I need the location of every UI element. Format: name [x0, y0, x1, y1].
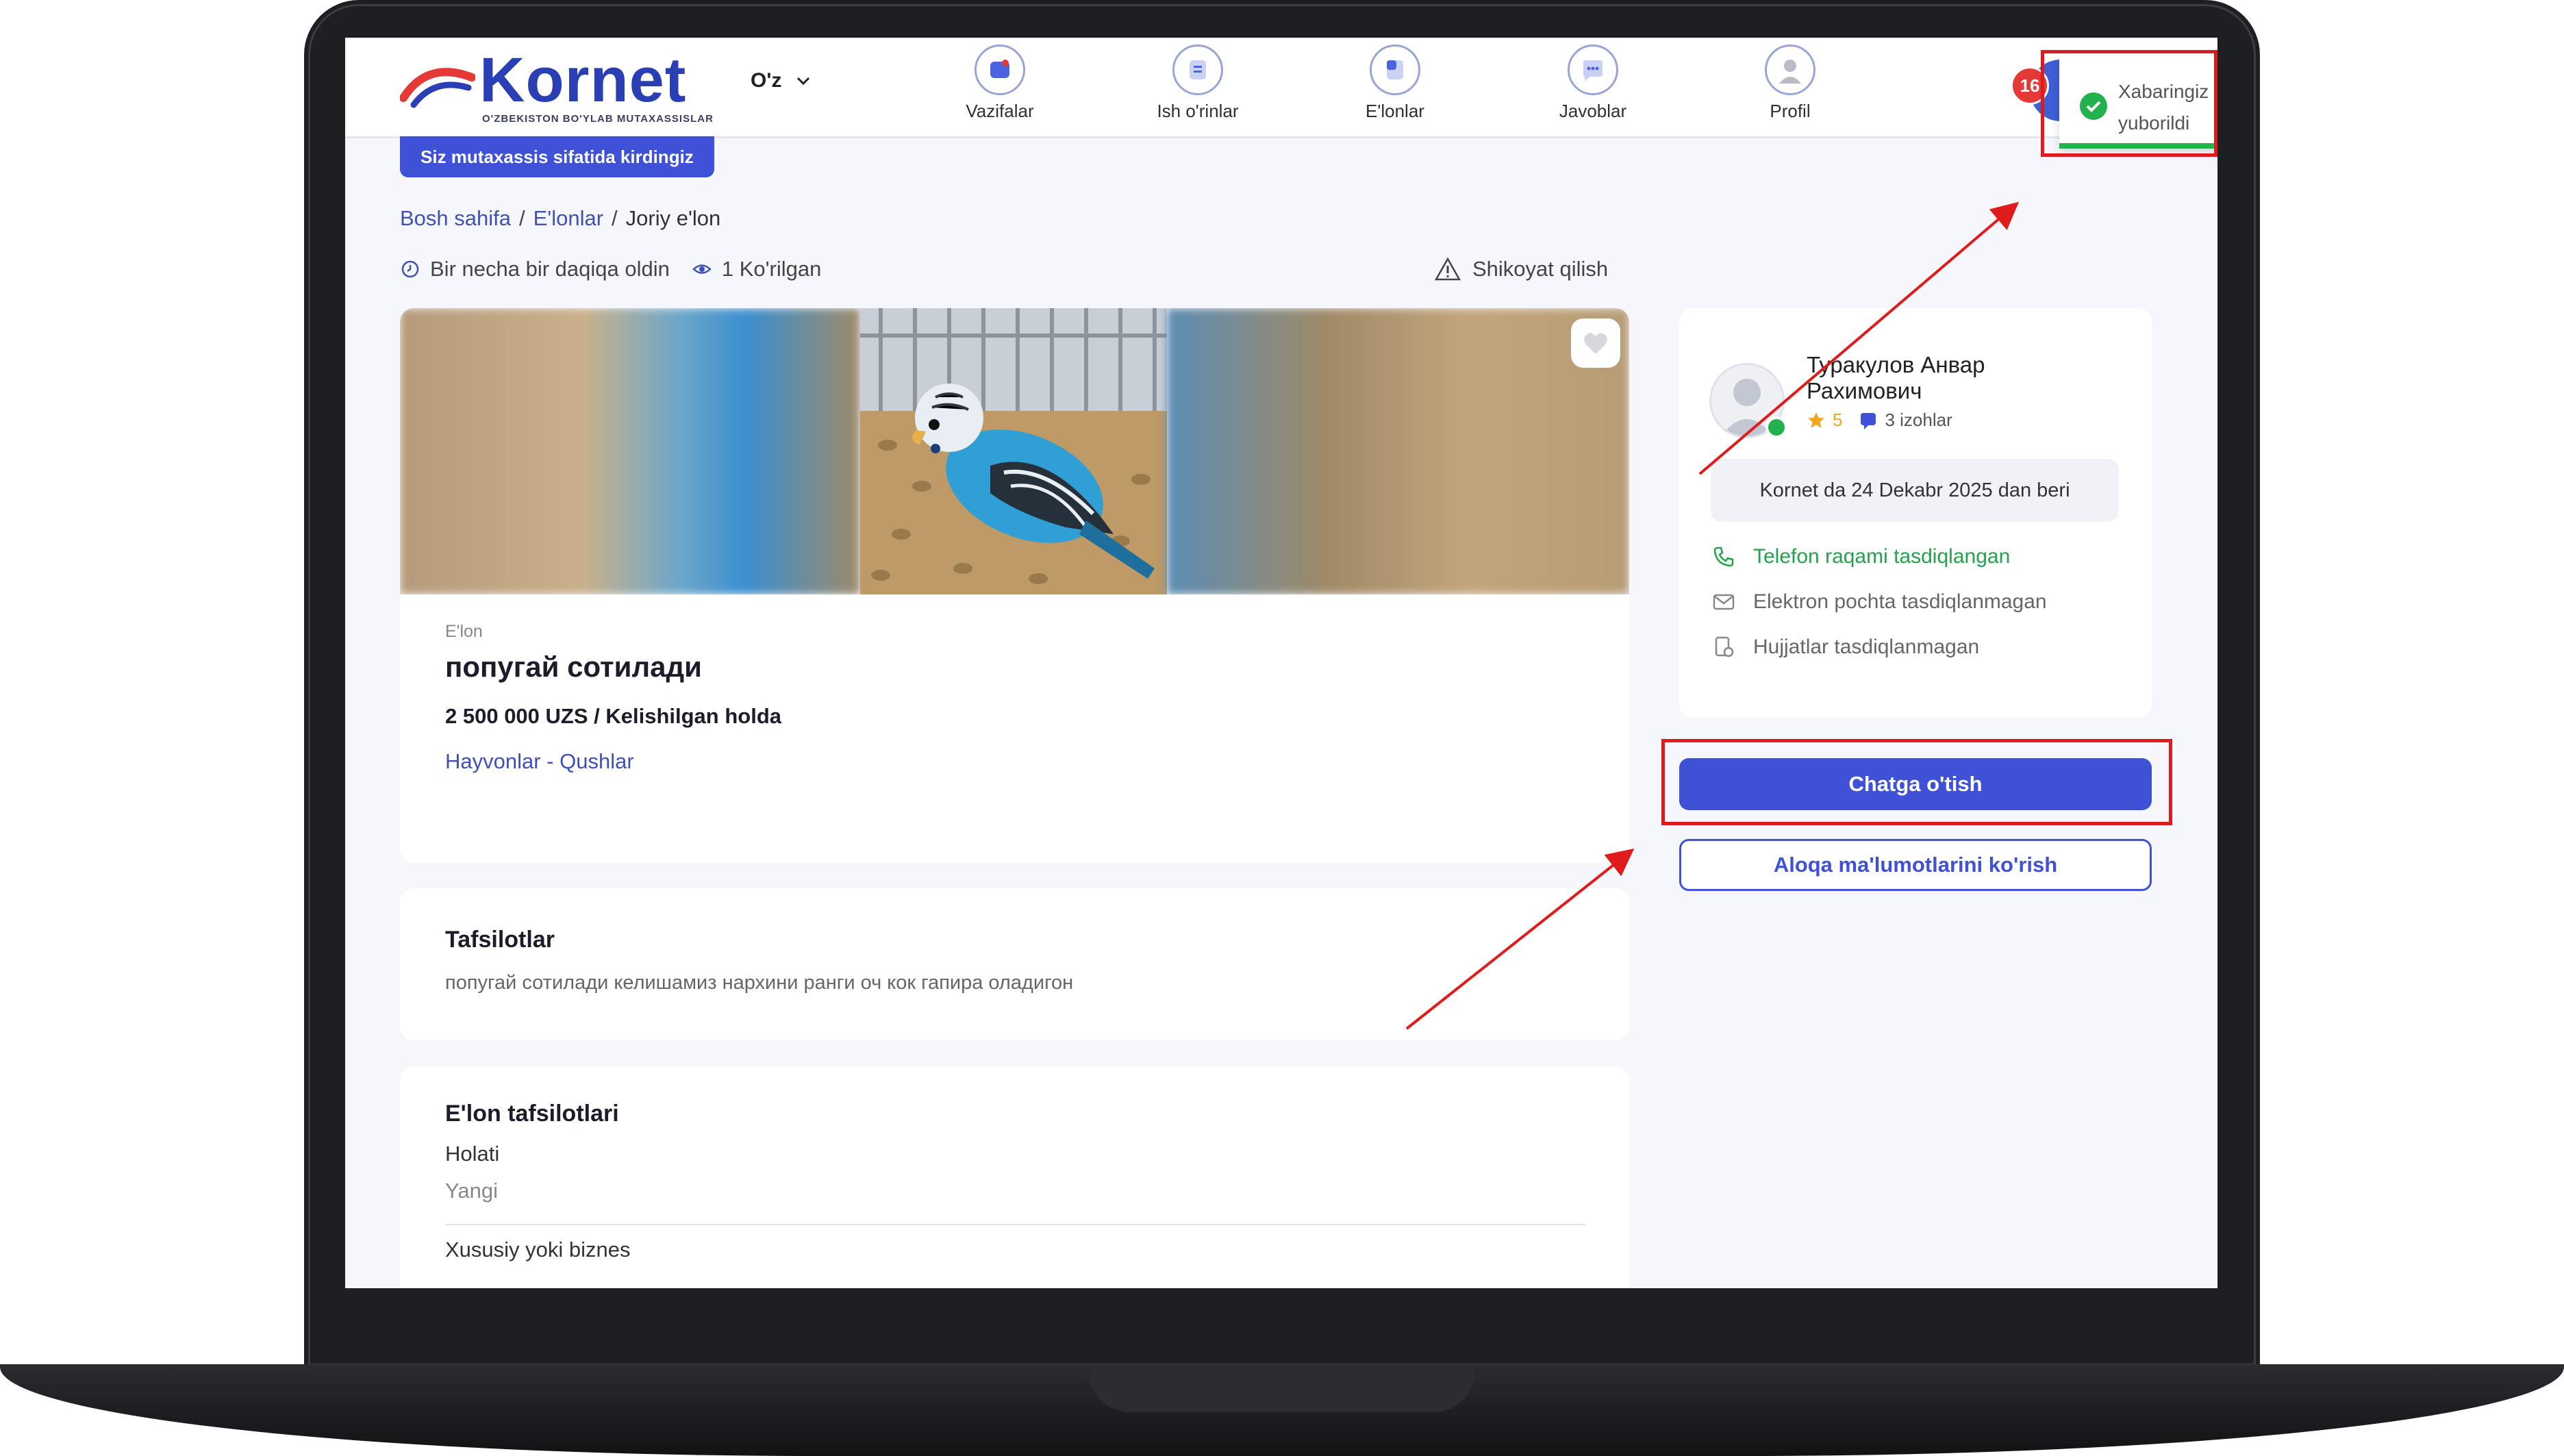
nav-profile-label: Profil: [1770, 101, 1811, 121]
nav-replies-label: Javoblar: [1559, 101, 1627, 121]
nav-ads-label: E'lonlar: [1366, 101, 1424, 121]
nav-ads[interactable]: E'lonlar: [1320, 45, 1470, 134]
role-indicator-button[interactable]: Siz mutaxassis sifatida kirdingiz: [400, 136, 714, 177]
logo-swoosh-icon: [400, 68, 475, 108]
breadcrumb-home[interactable]: Bosh sahifa: [400, 206, 511, 230]
document-icon: [1715, 636, 1734, 657]
online-status-dot: [1765, 416, 1787, 438]
chevron-down-icon[interactable]: [796, 73, 811, 88]
breadcrumb-current: Joriy e'lon: [625, 206, 721, 230]
nav-tasks-label: Vazifalar: [966, 101, 1034, 121]
nav-replies[interactable]: Javoblar: [1518, 45, 1668, 134]
seller-rating: 5 3 izohlar: [1807, 410, 1952, 431]
jobs-icon: [1172, 45, 1223, 95]
nav-tasks[interactable]: Vazifalar: [925, 45, 1075, 134]
image-gallery[interactable]: [400, 308, 1629, 594]
phone-icon: [1713, 547, 1734, 567]
seller-name[interactable]: Туракулов Анвар Рахимович: [1807, 352, 2094, 404]
breadcrumb-ads[interactable]: E'lonlar: [533, 206, 603, 230]
warning-icon: [1434, 257, 1461, 281]
replies-icon: [1568, 45, 1618, 95]
details-card: Tafsilotlar попугай сотилади келишамиз н…: [400, 888, 1629, 1040]
email-status: Elektron pochta tasdiqlanmagan: [1712, 590, 2047, 614]
logo-subtitle: O'ZBEKISTON BO'YLAB MUTAXASSISLAR: [482, 113, 714, 125]
eye-icon: [692, 264, 712, 274]
seller-card: Туракулов Анвар Рахимович 5 3 izohlar Ko…: [1679, 308, 2152, 718]
language-selector[interactable]: O'z: [751, 69, 781, 92]
breadcrumb: Bosh sahifa / E'lonlar / Joriy e'lon: [400, 206, 720, 231]
rating-value: 5: [1833, 410, 1843, 430]
member-since: Kornet da 24 Dekabr 2025 dan beri: [1711, 459, 2119, 522]
ads-icon: [1370, 45, 1420, 95]
listing-card: E'lon попугай сотилади 2 500 000 UZS / K…: [400, 594, 1629, 863]
email-status-label: Elektron pochta tasdiqlanmagan: [1753, 590, 2047, 613]
gallery-next-image[interactable]: [1167, 308, 1629, 594]
spec-divider: [445, 1224, 1585, 1225]
phone-verified-label: Telefon raqami tasdiqlangan: [1753, 545, 2011, 568]
specs-heading: E'lon tafsilotlari: [445, 1101, 619, 1127]
docs-status-label: Hujjatlar tasdiqlanmagan: [1753, 636, 1980, 658]
nav-profile[interactable]: Profil: [1715, 45, 1865, 134]
breadcrumb-separator: /: [519, 206, 525, 230]
docs-status: Hujjatlar tasdiqlanmagan: [1712, 636, 1979, 659]
spec-key: Holati: [445, 1142, 500, 1166]
heart-icon: [1584, 333, 1607, 354]
view-count: 1 Ko'rilgan: [721, 257, 822, 281]
breadcrumb-separator: /: [612, 206, 618, 230]
star-icon: [1808, 412, 1824, 428]
nav-jobs[interactable]: Ish o'rinlar: [1122, 45, 1273, 134]
highlight-box-chat: [1661, 739, 2172, 825]
parrot-image: [860, 308, 1167, 594]
details-text: попугай сотилади келишамиз нархини ранги…: [445, 972, 1074, 994]
nav-jobs-label: Ish o'rinlar: [1157, 101, 1239, 121]
phone-verified: Telefon raqami tasdiqlangan: [1712, 545, 2010, 568]
profile-icon: [1765, 45, 1815, 95]
listing-title: попугай сотилади: [445, 651, 702, 683]
spec-key: Xususiy yoki biznes: [445, 1238, 631, 1262]
listing-category-link[interactable]: Hayvonlar - Qushlar: [445, 749, 634, 774]
logo-text[interactable]: Kornet: [479, 45, 686, 116]
screen: Kornet O'ZBEKISTON BO'YLAB MUTAXASSISLAR…: [345, 38, 2217, 1288]
spec-value: Yangi: [445, 1179, 498, 1203]
complain-label: Shikoyat qilish: [1472, 257, 1609, 281]
complain-link[interactable]: Shikoyat qilish: [1434, 255, 1608, 283]
posted-time: Bir necha bir daqiqa oldin: [430, 257, 670, 281]
gallery-prev-image[interactable]: [400, 308, 860, 594]
tasks-icon: [975, 45, 1025, 95]
listing-kind: E'lon: [445, 622, 483, 641]
review-count[interactable]: 3 izohlar: [1885, 410, 1952, 431]
highlight-box-toast: [2041, 50, 2217, 157]
view-contacts-button[interactable]: Aloqa ma'lumotlarini ko'rish: [1679, 839, 2152, 891]
parrot-photo[interactable]: [860, 308, 1167, 594]
mail-icon: [1713, 594, 1735, 610]
specs-card: E'lon tafsilotlari Holati Yangi Xususiy …: [400, 1066, 1629, 1288]
comment-icon: [1861, 412, 1876, 429]
laptop-notch: [1089, 1364, 1475, 1412]
listing-meta: Bir necha bir daqiqa oldin 1 Ko'rilgan: [400, 257, 821, 281]
favorite-button[interactable]: [1571, 318, 1620, 368]
listing-price: 2 500 000 UZS / Kelishilgan holda: [445, 704, 782, 728]
clock-icon: [401, 260, 419, 278]
details-heading: Tafsilotlar: [445, 927, 555, 953]
top-header: Kornet O'ZBEKISTON BO'YLAB MUTAXASSISLAR…: [345, 38, 2217, 138]
